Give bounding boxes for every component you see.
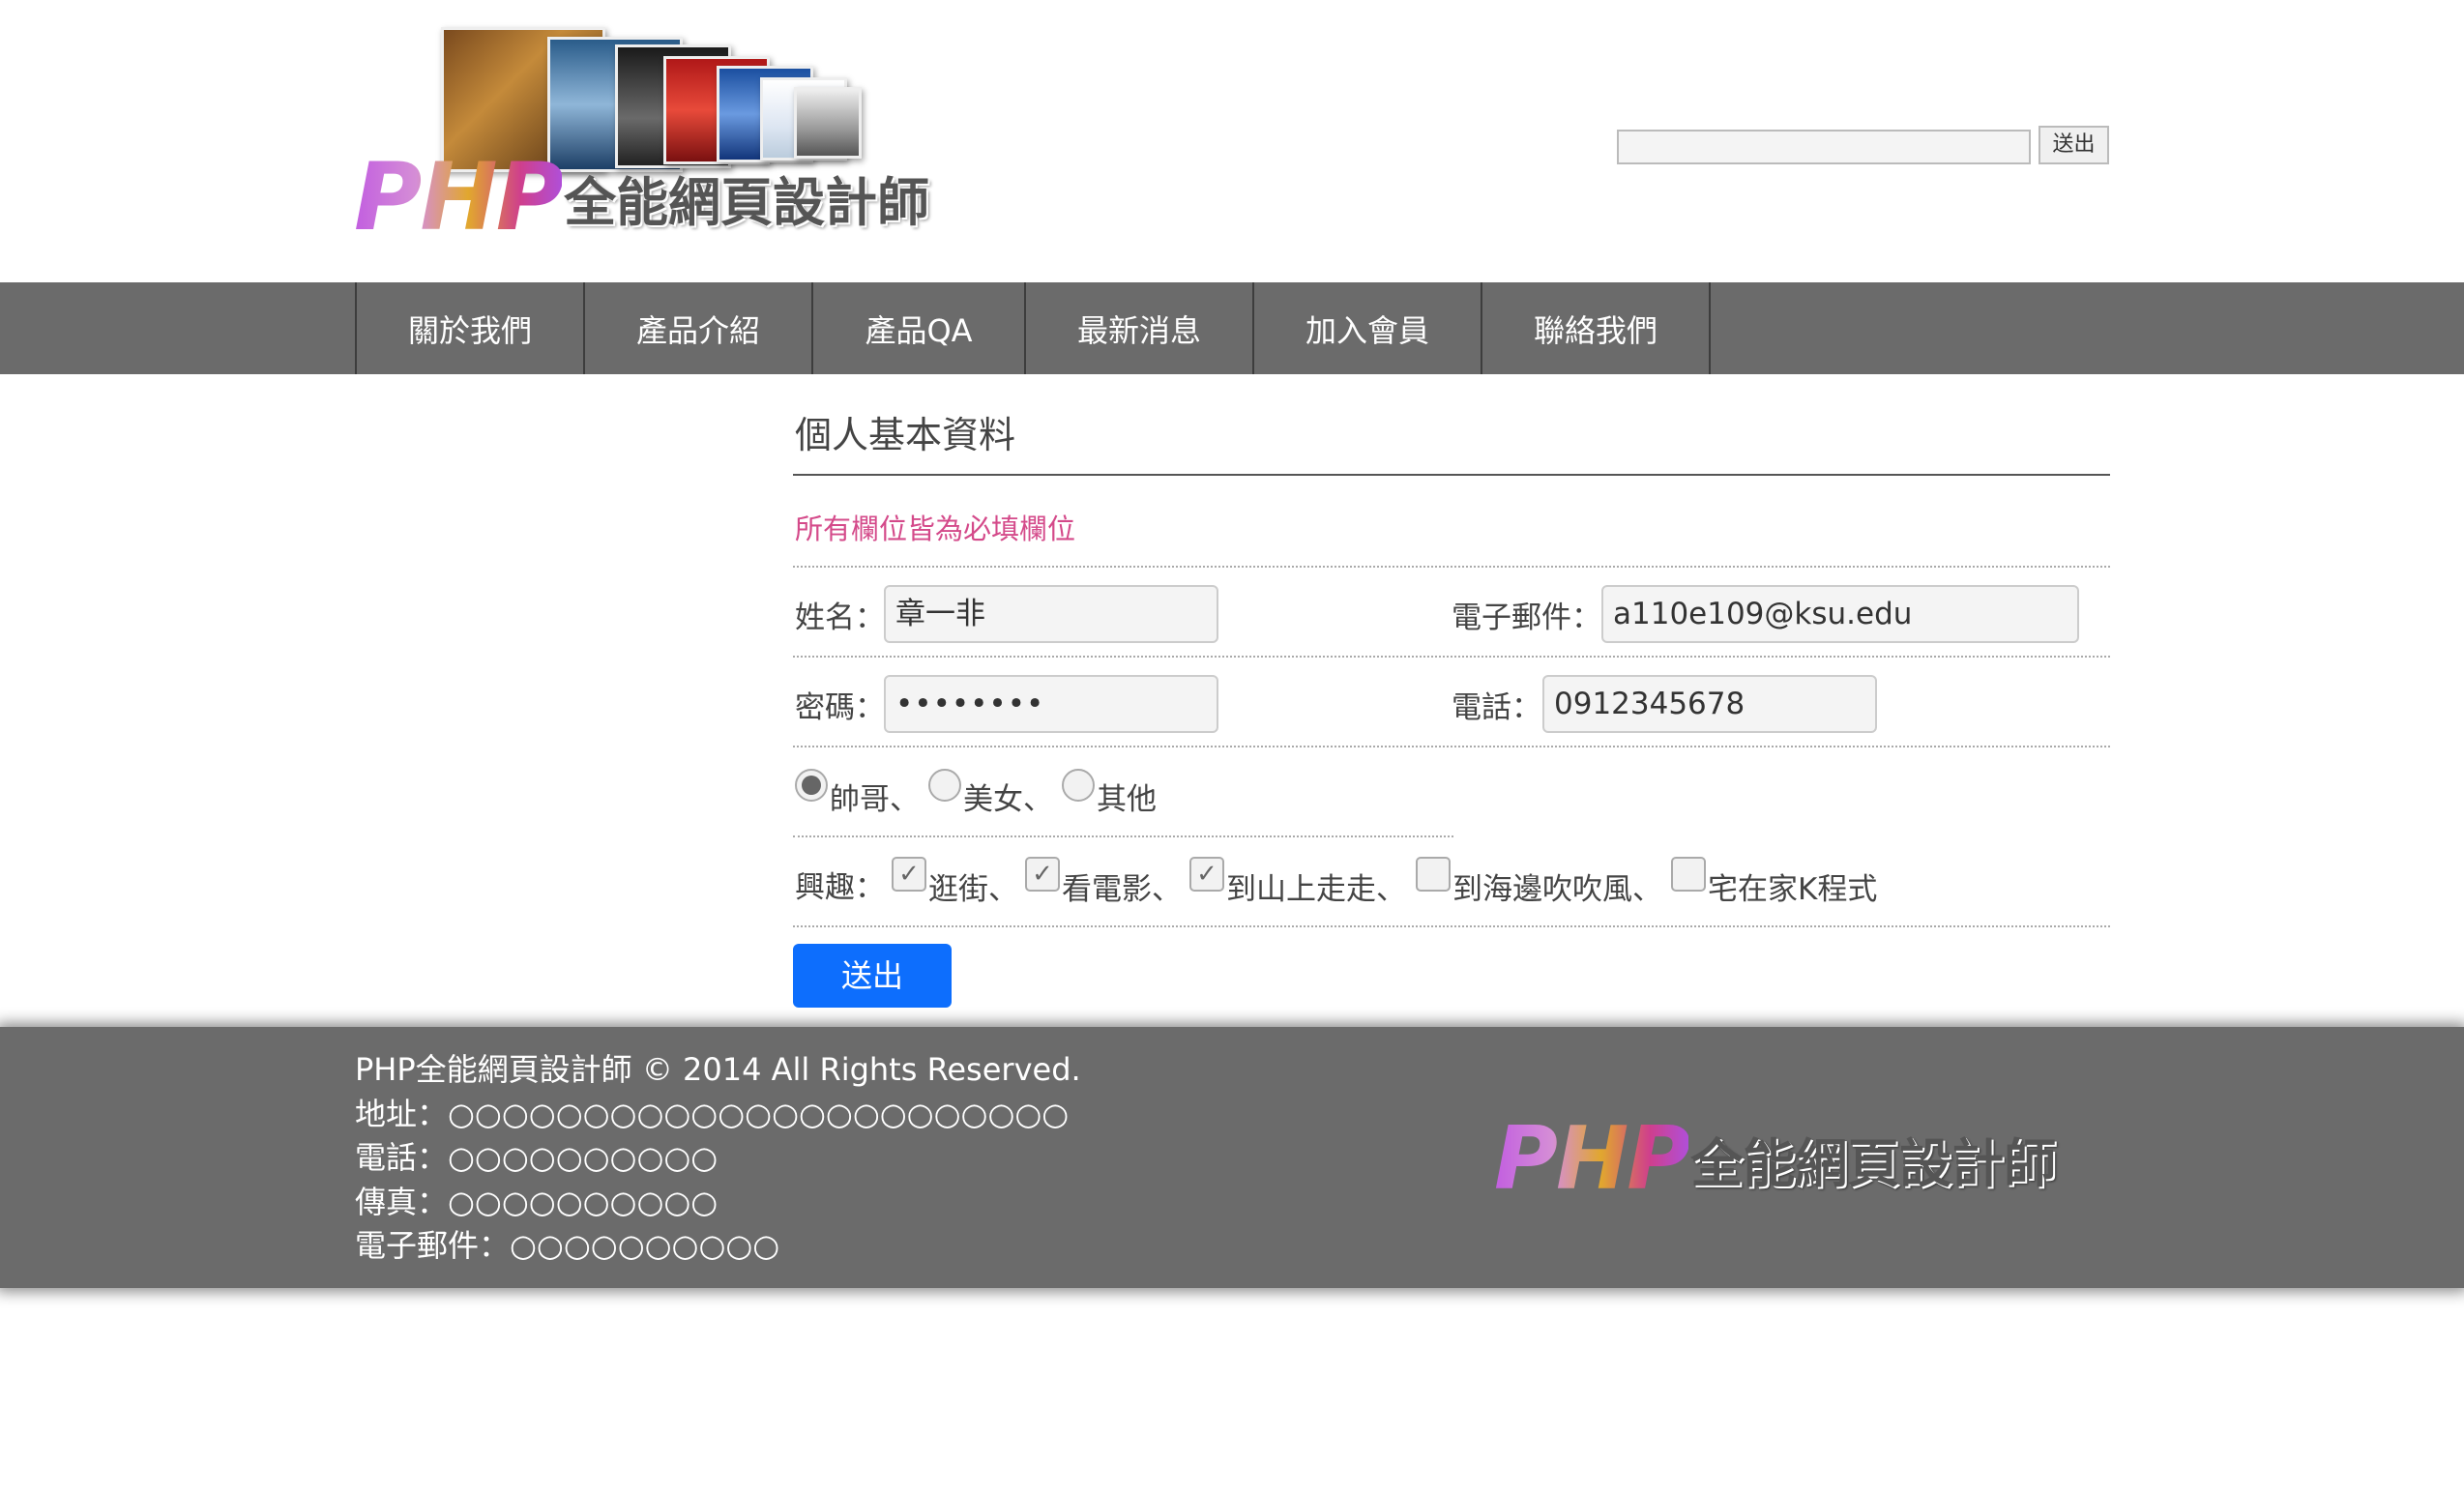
hobby-option-label: 看電影、 (1062, 872, 1182, 907)
search-submit-button[interactable]: 送出 (2039, 126, 2109, 164)
logo-brand-text: PHP (354, 143, 564, 251)
password-label: 密碼： (795, 690, 885, 725)
footer-phone: 電話：○○○○○○○○○○ (355, 1139, 719, 1176)
hobby-label: 興趣： (795, 870, 885, 905)
hobby-option-label: 宅在家K程式 (1708, 872, 1878, 907)
gender-option-label: 帥哥、 (830, 782, 920, 817)
profile-form: 個人基本資料 所有欄位皆為必填欄位 姓名： 章一非 電子郵件： a110e109… (793, 387, 2110, 1008)
nav-item-products[interactable]: 產品介紹 (585, 282, 813, 374)
gender-radio-group: 帥哥、 美女、 其他 (793, 747, 1453, 837)
nav-item-contact[interactable]: 聯絡我們 (1482, 282, 1711, 374)
search-input[interactable] (1617, 130, 2031, 164)
phone-field[interactable]: 0912345678 (1542, 675, 1877, 733)
hobby-checkbox-group: 興趣： ✓ 逛街、 ✓ 看電影、 ✓ 到山上走走、 到海邊吹吹風、 宅在家K程式 (793, 837, 2110, 927)
footer-logo-name: 全能網頁設計師 (1690, 1133, 2057, 1194)
submit-button[interactable]: 送出 (793, 944, 952, 1008)
hobby-checkbox-coding[interactable] (1671, 857, 1706, 892)
hobby-option-label: 到山上走走、 (1226, 872, 1406, 907)
page-header: PHP全能網頁設計師 送出 (0, 0, 2464, 282)
hobby-checkbox-shopping[interactable]: ✓ (892, 857, 926, 892)
phone-label: 電話： (1452, 690, 1541, 725)
footer-address: 地址：○○○○○○○○○○○○○○○○○○○○○○○ (355, 1095, 1070, 1132)
page-title: 個人基本資料 (793, 387, 2110, 476)
page-footer: PHP全能網頁設計師 © 2014 All Rights Reserved. 地… (0, 1027, 2464, 1288)
nav-item-product-qa[interactable]: 產品QA (813, 282, 1026, 374)
password-field[interactable]: •••••••• (884, 675, 1218, 733)
logo-name-text: 全能網頁設計師 (564, 171, 930, 233)
main-navigation: 關於我們 產品介紹 產品QA 最新消息 加入會員 聯絡我們 (0, 282, 2464, 374)
nav-item-news[interactable]: 最新消息 (1026, 282, 1254, 374)
name-field[interactable]: 章一非 (884, 585, 1218, 643)
gender-radio-beauty[interactable] (928, 769, 961, 802)
hobby-option-label: 到海邊吹吹風、 (1452, 872, 1662, 907)
form-row-password-phone: 密碼： •••••••• 電話： 0912345678 (793, 658, 2110, 747)
gender-radio-handsome[interactable] (795, 769, 828, 802)
footer-fax: 傳真：○○○○○○○○○○ (355, 1183, 719, 1220)
hobby-checkbox-movies[interactable]: ✓ (1025, 857, 1060, 892)
hobby-checkbox-mountains[interactable]: ✓ (1189, 857, 1224, 892)
nav-item-about[interactable]: 關於我們 (357, 282, 585, 374)
required-notice: 所有欄位皆為必填欄位 (793, 476, 2110, 568)
name-label: 姓名： (795, 601, 885, 635)
footer-logo: PHP全能網頁設計師 (1494, 1108, 2056, 1210)
hobby-option-label: 逛街、 (928, 872, 1018, 907)
site-logo[interactable]: PHP全能網頁設計師 (354, 17, 973, 254)
gender-radio-other[interactable] (1062, 769, 1095, 802)
email-field[interactable]: a110e109@ksu.edu (1601, 585, 2079, 643)
footer-email: 電子郵件：○○○○○○○○○○ (355, 1227, 780, 1264)
gender-option-label: 其他 (1097, 782, 1157, 817)
gender-option-label: 美女、 (963, 782, 1053, 817)
nav-item-join[interactable]: 加入會員 (1254, 282, 1482, 374)
footer-logo-brand: PHP (1494, 1108, 1690, 1210)
hobby-checkbox-seaside[interactable] (1416, 857, 1451, 892)
email-label: 電子郵件： (1452, 601, 1601, 635)
form-row-name-email: 姓名： 章一非 電子郵件： a110e109@ksu.edu (793, 568, 2110, 658)
footer-copyright: PHP全能網頁設計師 © 2014 All Rights Reserved. (355, 1051, 1081, 1088)
